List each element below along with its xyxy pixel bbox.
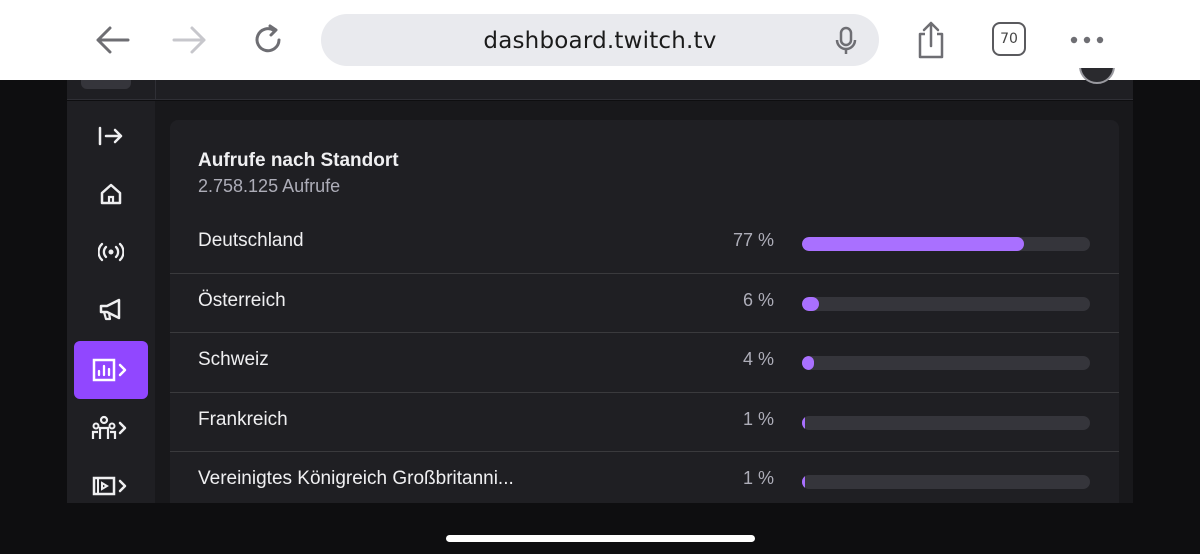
avatar-wrapper	[1079, 68, 1115, 86]
location-row: Vereinigtes Königreich Großbritanni... 1…	[170, 451, 1119, 503]
sidebar-item-stream[interactable]	[74, 223, 148, 281]
more-dots-icon	[1070, 36, 1104, 44]
location-percent: 77 %	[732, 230, 774, 250]
views-by-location-card: Aufrufe nach Standort 2.758.125 Aufrufe …	[170, 120, 1119, 503]
address-bar[interactable]: dashboard.twitch.tv	[321, 14, 879, 66]
home-icon	[100, 183, 122, 205]
header-divider	[155, 80, 156, 100]
location-row: Österreich 6 %	[170, 273, 1119, 332]
megaphone-icon	[99, 298, 121, 321]
location-percent: 6 %	[742, 290, 774, 310]
sidebar-item-community[interactable]	[74, 399, 148, 457]
page-margin-left	[0, 80, 67, 503]
share-icon	[918, 21, 944, 59]
location-percent: 1 %	[742, 468, 774, 488]
location-percent: 1 %	[742, 409, 774, 429]
app-header	[67, 80, 1133, 100]
back-arrow-icon	[96, 26, 130, 54]
location-row: Deutschland 77 %	[170, 214, 1119, 273]
broadcast-icon	[98, 242, 124, 262]
location-row: Schweiz 4 %	[170, 332, 1119, 391]
location-bar-fill	[802, 416, 805, 430]
back-button[interactable]	[90, 18, 134, 62]
collapse-arrow-icon	[98, 126, 123, 146]
location-percent: 4 %	[742, 349, 774, 369]
location-bar	[802, 416, 1090, 430]
tab-count-button[interactable]: 70	[992, 22, 1026, 56]
forward-arrow-icon	[172, 26, 206, 54]
tab-count: 70	[1000, 31, 1018, 47]
browser-toolbar: dashboard.twitch.tv 70	[0, 0, 1200, 80]
location-bar	[802, 356, 1090, 370]
url-text: dashboard.twitch.tv	[483, 28, 717, 54]
location-name: Schweiz	[198, 349, 269, 370]
location-name: Österreich	[198, 290, 286, 311]
header-menu-button[interactable]	[81, 80, 131, 89]
sidebar-item-promotions[interactable]	[74, 281, 148, 339]
analytics-icon	[92, 358, 127, 382]
community-icon	[91, 415, 127, 439]
bottom-safe-area	[0, 503, 1200, 554]
location-name: Frankreich	[198, 409, 288, 430]
sidebar-item-collapse[interactable]	[74, 107, 148, 165]
forward-button[interactable]	[168, 18, 212, 62]
location-bar-fill	[802, 356, 814, 370]
reload-button[interactable]	[246, 18, 290, 62]
location-bar-fill	[802, 475, 805, 489]
sidebar-item-analytics[interactable]	[74, 341, 148, 399]
location-bar	[802, 297, 1090, 311]
sidebar-item-home[interactable]	[74, 165, 148, 223]
reload-icon	[255, 24, 281, 53]
location-bar-fill	[802, 297, 819, 311]
more-button[interactable]	[1065, 18, 1109, 62]
location-bar-fill	[802, 237, 1024, 251]
share-button[interactable]	[909, 18, 953, 62]
microphone-icon[interactable]	[835, 26, 857, 61]
card-title: Aufrufe nach Standort	[198, 150, 399, 171]
location-name: Vereinigtes Königreich Großbritanni...	[198, 468, 514, 489]
home-indicator[interactable]	[446, 535, 755, 542]
card-subtitle: 2.758.125 Aufrufe	[198, 176, 341, 196]
content-icon	[92, 476, 127, 496]
location-row: Frankreich 1 %	[170, 392, 1119, 451]
avatar[interactable]	[1079, 68, 1115, 84]
page-margin-right	[1133, 80, 1200, 503]
location-name: Deutschland	[198, 230, 304, 251]
location-bar	[802, 237, 1090, 251]
sidebar	[67, 101, 155, 503]
location-bar	[802, 475, 1090, 489]
